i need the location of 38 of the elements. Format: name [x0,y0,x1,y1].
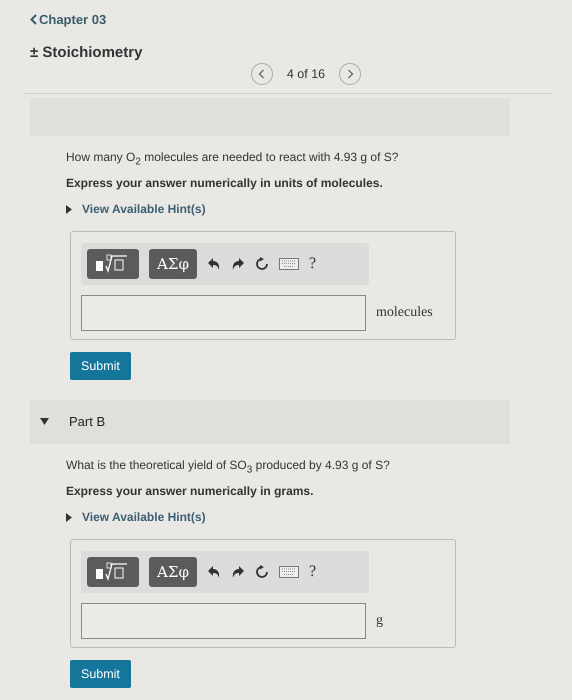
unit-label: g [376,612,383,629]
triangle-right-icon [66,512,72,522]
back-link[interactable]: Chapter 03 [30,12,106,27]
submit-button[interactable]: Submit [70,352,131,380]
redo-icon[interactable] [230,256,245,271]
question-text: How many O$_{2}$ molecules are needed to react with 4.93 g of S? [66,150,400,168]
help-button[interactable]: ? [308,254,316,273]
reset-icon[interactable] [254,256,269,271]
page-position: 4 of 16 [286,67,326,81]
instruction-text: Express your answer numerically in units of molecules. [66,176,384,190]
submit-button[interactable]: Submit [70,660,131,688]
question-text: What is the theoretical yield of SO$_{3}$ produced by 4.93 g of S? [66,458,391,476]
undo-icon[interactable] [206,256,221,271]
reset-icon[interactable] [254,564,269,579]
symbols-button[interactable]: ΑΣφ [149,556,197,587]
answer-field[interactable] [81,294,366,331]
chevron-left-icon [258,69,266,79]
part-header[interactable]: Part B [30,400,510,444]
templates-button[interactable] [87,556,139,587]
undo-icon[interactable] [206,564,221,579]
answer-field[interactable] [81,602,366,639]
part-label: Part B [69,414,106,430]
instruction-text: Express your answer numerically in grams. [66,484,314,498]
chevron-right-icon [346,69,354,79]
keyboard-icon[interactable] [278,258,299,270]
keyboard-icon[interactable] [278,566,299,578]
help-button[interactable]: ? [308,562,316,581]
hint-link[interactable]: View Available Hint(s) [66,202,206,216]
triangle-right-icon [66,204,72,214]
redo-icon[interactable] [230,564,245,579]
next-button[interactable] [339,63,362,85]
hint-link[interactable]: View Available Hint(s) [66,510,206,524]
page-title: ± Stoichiometry [30,44,144,61]
symbols-button[interactable]: ΑΣφ [149,248,197,279]
unit-label: molecules [376,304,433,321]
templates-button[interactable] [87,248,139,279]
previous-button[interactable] [250,63,273,85]
chevron-left-icon [30,14,37,25]
